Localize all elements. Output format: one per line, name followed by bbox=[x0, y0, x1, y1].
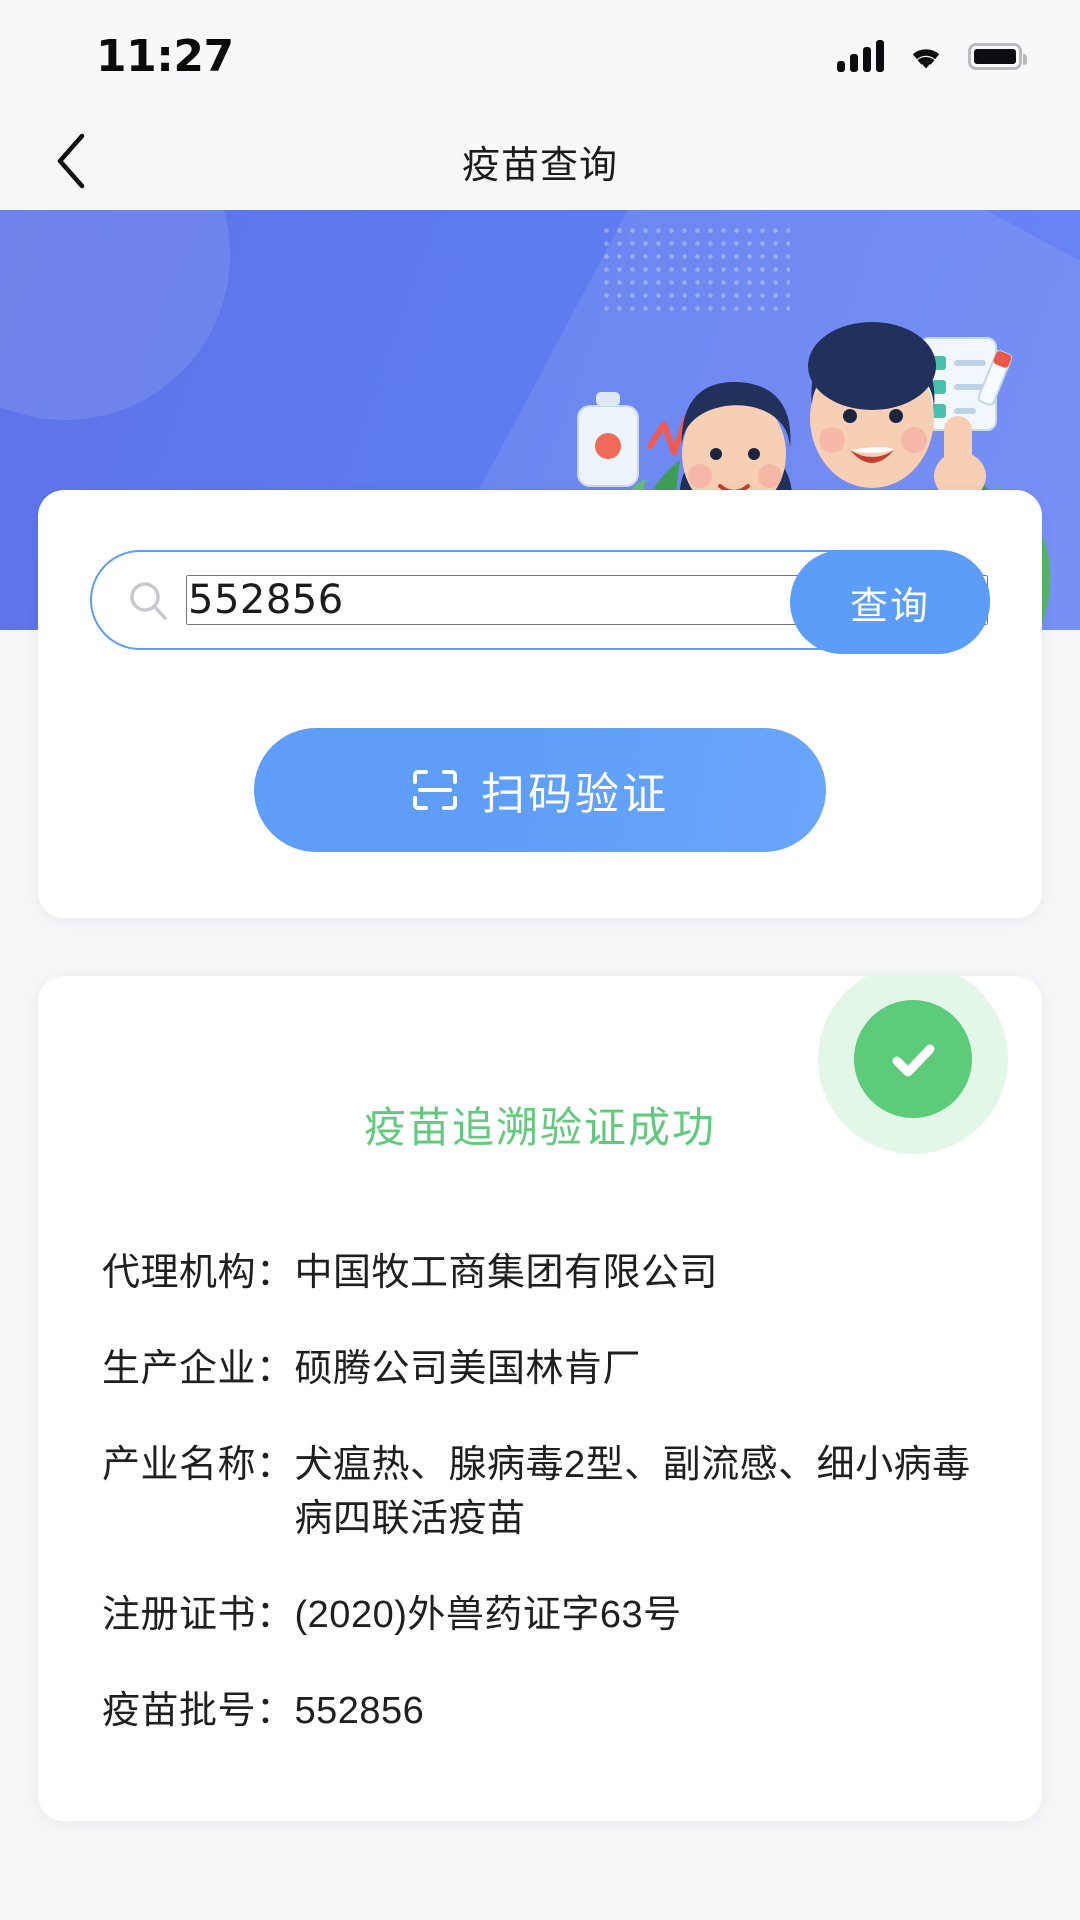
back-button[interactable] bbox=[36, 126, 106, 196]
wifi-icon bbox=[906, 41, 946, 71]
nav-bar: 疫苗查询 bbox=[0, 112, 1080, 210]
detail-value: 中国牧工商集团有限公司 bbox=[295, 1247, 978, 1301]
search-button[interactable]: 查询 bbox=[790, 550, 990, 654]
verification-status-badge bbox=[798, 976, 1028, 1174]
status-bar: 11:27 bbox=[0, 0, 1080, 112]
scan-verify-button[interactable]: 扫码验证 bbox=[254, 728, 826, 852]
search-card: 查询 扫码验证 bbox=[38, 490, 1042, 918]
detail-label: 注册证书： bbox=[102, 1589, 295, 1643]
status-bar-icons bbox=[837, 40, 1022, 72]
result-card: 疫苗追溯验证成功 代理机构： 中国牧工商集团有限公司 生产企业： 硕腾公司美国林… bbox=[38, 976, 1042, 1821]
check-circle-icon bbox=[854, 1000, 972, 1118]
cellular-signal-icon bbox=[837, 40, 884, 72]
status-bar-clock: 11:27 bbox=[96, 31, 234, 82]
detail-row-batch: 疫苗批号： 552856 bbox=[102, 1685, 978, 1739]
detail-label: 疫苗批号： bbox=[102, 1685, 295, 1739]
detail-label: 代理机构： bbox=[102, 1247, 295, 1301]
app-screen: 11:27 疫苗查询 bbox=[0, 0, 1080, 1920]
battery-full-icon bbox=[968, 43, 1022, 70]
detail-row-agency: 代理机构： 中国牧工商集团有限公司 bbox=[102, 1247, 978, 1301]
detail-value: 552856 bbox=[295, 1685, 978, 1739]
detail-value: 硕腾公司美国林肯厂 bbox=[295, 1343, 978, 1397]
scan-code-icon bbox=[411, 768, 459, 812]
detail-value: 犬瘟热、腺病毒2型、副流感、细小病毒病四联活疫苗 bbox=[295, 1439, 978, 1547]
detail-value: (2020)外兽药证字63号 bbox=[295, 1589, 978, 1643]
detail-label: 生产企业： bbox=[102, 1343, 295, 1397]
search-input-row[interactable]: 查询 bbox=[90, 550, 990, 650]
detail-row-product-name: 产业名称： 犬瘟热、腺病毒2型、副流感、细小病毒病四联活疫苗 bbox=[102, 1439, 978, 1547]
scan-verify-label: 扫码验证 bbox=[481, 758, 669, 822]
vaccine-detail-list: 代理机构： 中国牧工商集团有限公司 生产企业： 硕腾公司美国林肯厂 产业名称： … bbox=[38, 1247, 1042, 1739]
chevron-left-icon bbox=[54, 132, 88, 190]
detail-row-registration: 注册证书： (2020)外兽药证字63号 bbox=[102, 1589, 978, 1643]
banner-circle-decoration bbox=[0, 210, 230, 420]
page-title: 疫苗查询 bbox=[462, 134, 618, 189]
search-icon bbox=[126, 578, 170, 622]
detail-row-manufacturer: 生产企业： 硕腾公司美国林肯厂 bbox=[102, 1343, 978, 1397]
detail-label: 产业名称： bbox=[102, 1439, 295, 1493]
